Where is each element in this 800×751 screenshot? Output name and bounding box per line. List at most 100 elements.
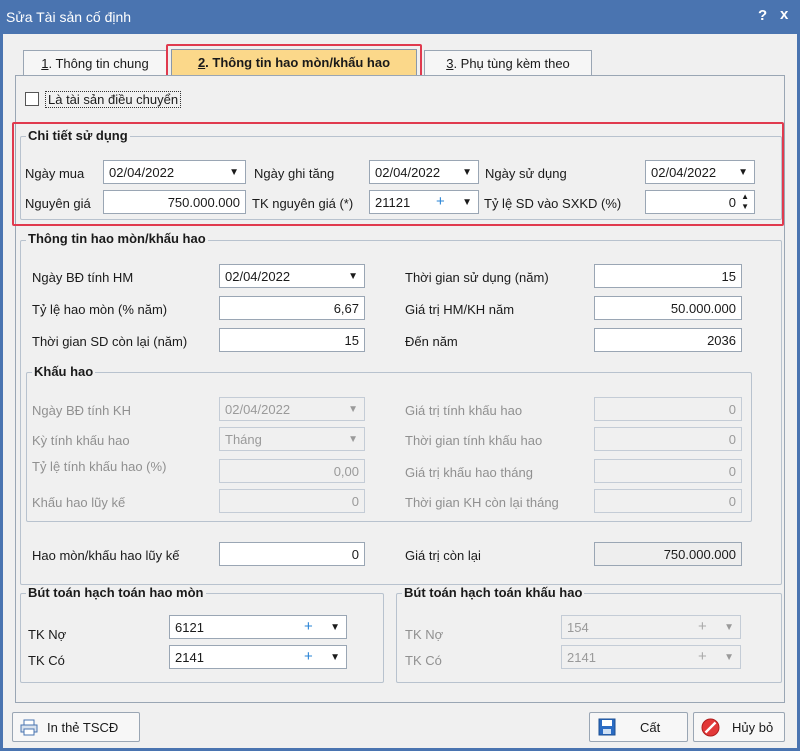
dep-rate-input[interactable]: 6,67 <box>219 296 365 320</box>
amort-debit-label: TK Nợ <box>405 627 444 642</box>
business-rate-spinner[interactable]: 0 ▲ ▼ <box>645 190 755 214</box>
increase-date-label: Ngày ghi tăng <box>254 166 335 181</box>
amort-period-label: Kỳ tính khấu hao <box>32 433 130 448</box>
amort-accumulated-input: 0 <box>219 489 365 513</box>
cost-account-value: 21121 <box>375 195 411 210</box>
chevron-down-icon[interactable]: ▼ <box>462 167 472 178</box>
amort-accumulated-label: Khấu hao lũy kế <box>32 495 126 510</box>
accumulated-total-input[interactable]: 0 <box>219 542 365 566</box>
tab-general-num: 1 <box>41 56 49 71</box>
original-cost-input[interactable]: 750.000.000 <box>103 190 246 214</box>
wear-credit-label: TK Có <box>28 653 65 668</box>
amort-debit-combo: 154 + ▼ <box>561 615 741 639</box>
useful-life-input[interactable]: 15 <box>594 264 742 288</box>
tab-accessories-label: . Phụ tùng kèm theo <box>453 56 570 71</box>
amort-credit-combo: 2141 + ▼ <box>561 645 741 669</box>
amort-credit-value: 2141 <box>567 650 596 665</box>
chevron-down-icon: ▼ <box>348 434 358 445</box>
dep-rate-label: Tỷ lệ hao mòn (% năm) <box>32 302 168 317</box>
amort-remaining-months-input: 0 <box>594 489 742 513</box>
tab-general-info[interactable]: 1. Thông tin chung <box>23 50 167 77</box>
wear-debit-value: 6121 <box>175 620 204 635</box>
chevron-down-icon[interactable]: ▼ <box>229 167 239 178</box>
wear-debit-combo[interactable]: 6121 + ▼ <box>169 615 347 639</box>
chevron-down-icon: ▼ <box>724 652 734 663</box>
chevron-down-icon[interactable]: ▼ <box>738 167 748 178</box>
use-date-label: Ngày sử dụng <box>485 166 567 181</box>
purchase-date-value: 02/04/2022 <box>109 165 175 180</box>
add-icon[interactable]: + <box>436 193 445 210</box>
amort-credit-label: TK Có <box>405 653 442 668</box>
remaining-value-label: Giá trị còn lại <box>405 548 481 563</box>
amort-base-value-input: 0 <box>594 397 742 421</box>
save-label: Cất <box>640 720 661 735</box>
window-title: Sửa Tài sản cố định <box>6 9 132 25</box>
cost-account-label: TK nguyên giá (*) <box>252 196 354 211</box>
spinner-arrows-icon[interactable]: ▲ ▼ <box>741 192 749 212</box>
purchase-date-picker[interactable]: 02/04/2022 ▼ <box>103 160 246 184</box>
print-card-label: In thẻ TSCĐ <box>47 720 119 735</box>
accumulated-total-label: Hao mòn/khấu hao lũy kế <box>32 548 180 563</box>
use-date-value: 02/04/2022 <box>651 165 717 180</box>
amort-entries-title: Bút toán hạch toán khấu hao <box>402 585 585 600</box>
save-icon <box>598 718 616 736</box>
transfer-checkbox-label: Là tài sản điều chuyển <box>45 91 182 108</box>
wear-entries-title: Bút toán hạch toán hao mòn <box>26 585 206 600</box>
dep-start-date-picker[interactable]: 02/04/2022 ▼ <box>219 264 365 288</box>
amort-period-value: Tháng <box>225 432 262 447</box>
chevron-down-icon[interactable]: ▼ <box>330 622 340 633</box>
add-icon[interactable]: + <box>304 618 313 635</box>
amortization-group-title: Khấu hao <box>32 364 96 379</box>
useful-life-label: Thời gian sử dụng (năm) <box>405 270 549 285</box>
cost-account-combo[interactable]: 21121 + ▼ <box>369 190 479 214</box>
remaining-value-field: 750.000.000 <box>594 542 742 566</box>
end-year-label: Đến năm <box>405 334 458 349</box>
chevron-down-icon: ▼ <box>348 404 358 415</box>
remaining-years-label: Thời gian SD còn lại (năm) <box>32 334 188 349</box>
wear-debit-label: TK Nợ <box>28 627 67 642</box>
chevron-down-icon: ▼ <box>724 622 734 633</box>
amort-debit-value: 154 <box>567 620 589 635</box>
amort-start-date-value: 02/04/2022 <box>225 402 291 417</box>
save-button[interactable]: Cất <box>589 712 688 742</box>
window-border-left <box>0 34 3 751</box>
depreciation-group-title: Thông tin hao mòn/khấu hao <box>26 231 208 246</box>
close-button[interactable]: x <box>780 6 788 23</box>
business-rate-value: 0 <box>728 195 736 210</box>
annual-value-label: Giá trị HM/KH năm <box>405 302 515 317</box>
help-button[interactable]: ? <box>758 7 767 24</box>
use-date-picker[interactable]: 02/04/2022 ▼ <box>645 160 755 184</box>
end-year-input[interactable]: 2036 <box>594 328 742 352</box>
chevron-down-icon[interactable]: ▼ <box>330 652 340 663</box>
amort-start-date-picker: 02/04/2022 ▼ <box>219 397 365 421</box>
tab-general-label: . Thông tin chung <box>48 56 149 71</box>
print-card-button[interactable]: In thẻ TSCĐ <box>12 712 140 742</box>
chevron-down-icon[interactable]: ▼ <box>462 197 472 208</box>
transfer-checkbox[interactable] <box>25 92 39 106</box>
amort-rate-label: Tỷ lệ tính khấu hao (%) <box>32 459 167 474</box>
amort-duration-label: Thời gian tính khấu hao <box>405 433 543 448</box>
chevron-down-icon[interactable]: ▼ <box>348 271 358 282</box>
purchase-date-label: Ngày mua <box>25 166 85 181</box>
cancel-button[interactable]: Hủy bỏ <box>693 712 785 742</box>
add-icon[interactable]: + <box>304 648 313 665</box>
amort-rate-input: 0,00 <box>219 459 365 483</box>
amort-remaining-months-label: Thời gian KH còn lại tháng <box>405 495 559 510</box>
cancel-label: Hủy bỏ <box>732 720 774 735</box>
tab-accessories[interactable]: 3. Phụ tùng kèm theo <box>424 50 592 77</box>
original-cost-label: Nguyên giá <box>25 196 91 211</box>
cancel-icon <box>701 718 720 737</box>
amort-period-select: Tháng ▼ <box>219 427 365 451</box>
annual-value-input[interactable]: 50.000.000 <box>594 296 742 320</box>
printer-icon <box>20 719 38 736</box>
amort-duration-input: 0 <box>594 427 742 451</box>
wear-credit-value: 2141 <box>175 650 204 665</box>
dep-start-date-label: Ngày BĐ tính HM <box>32 270 134 285</box>
amort-base-value-label: Giá trị tính khấu hao <box>405 403 523 418</box>
increase-date-picker[interactable]: 02/04/2022 ▼ <box>369 160 479 184</box>
amort-start-date-label: Ngày BĐ tính KH <box>32 403 131 418</box>
remaining-years-input[interactable]: 15 <box>219 328 365 352</box>
dep-start-date-value: 02/04/2022 <box>225 269 291 284</box>
amort-monthly-input: 0 <box>594 459 742 483</box>
wear-credit-combo[interactable]: 2141 + ▼ <box>169 645 347 669</box>
